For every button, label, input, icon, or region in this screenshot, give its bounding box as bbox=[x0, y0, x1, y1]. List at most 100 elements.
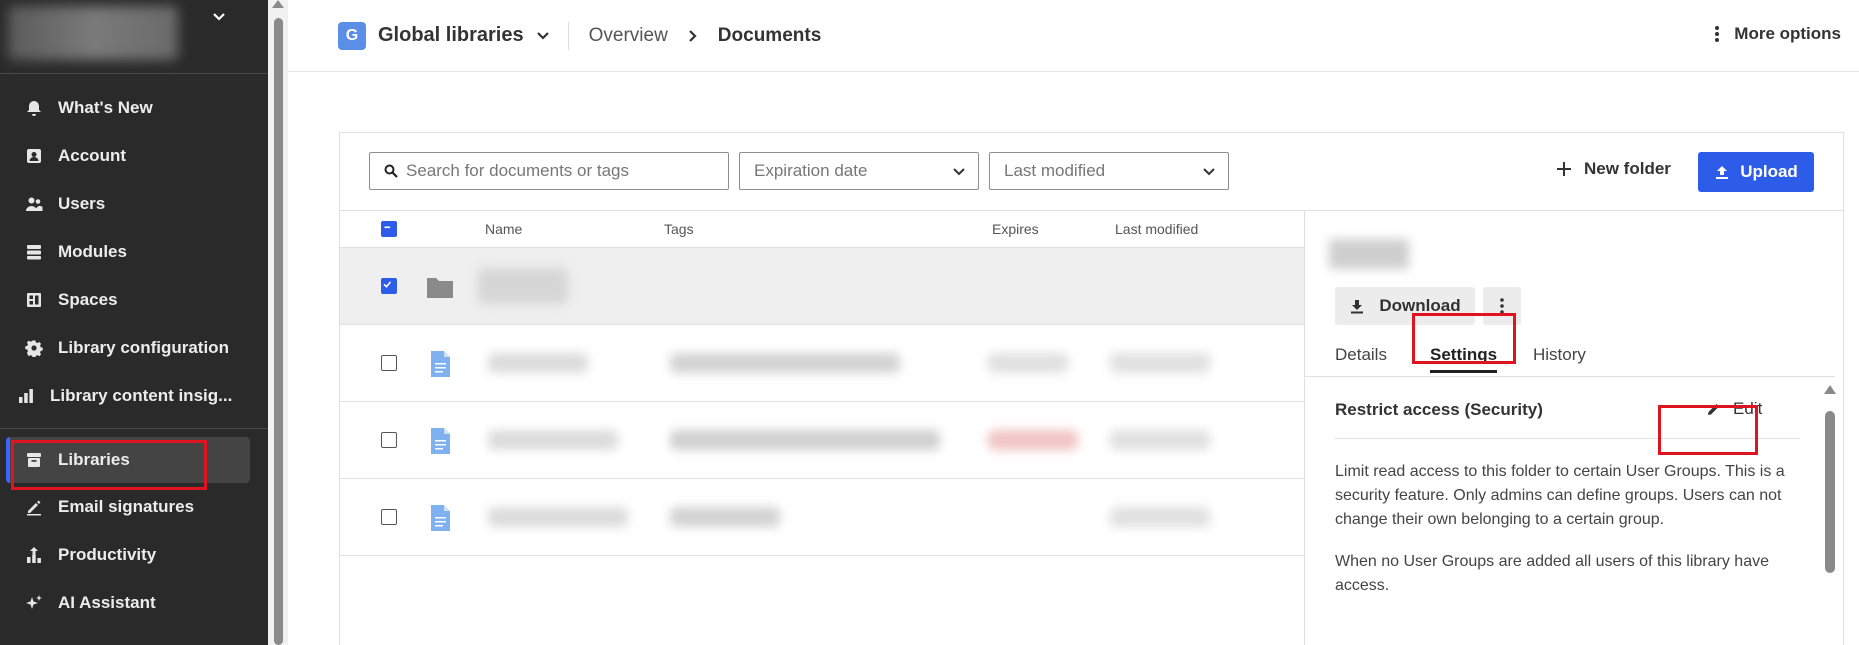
scrollbar-thumb[interactable] bbox=[1825, 411, 1835, 573]
column-last-modified[interactable]: Last modified bbox=[1115, 221, 1198, 237]
highlight-box-edit bbox=[1658, 405, 1758, 455]
blurred-expires bbox=[988, 430, 1078, 450]
document-icon bbox=[431, 505, 450, 531]
row-checkbox[interactable] bbox=[381, 432, 397, 448]
document-icon bbox=[431, 351, 450, 377]
blurred-item-title bbox=[1329, 239, 1409, 269]
panel-tabs: Details Settings History bbox=[1305, 335, 1835, 377]
blurred-document-name bbox=[488, 507, 628, 527]
sidebar-item-productivity[interactable]: Productivity bbox=[0, 531, 268, 579]
sidebar-item-users[interactable]: Users bbox=[0, 180, 268, 228]
table-header: Name Tags Expires Last modified bbox=[340, 211, 1304, 248]
last-modified-select[interactable]: Last modified bbox=[989, 152, 1229, 190]
upload-button[interactable]: Upload bbox=[1698, 152, 1814, 192]
expiration-date-label: Expiration date bbox=[754, 161, 868, 180]
modules-icon bbox=[24, 242, 44, 262]
search-box[interactable] bbox=[369, 152, 729, 190]
restrict-access-description: Limit read access to this folder to cert… bbox=[1335, 463, 1785, 528]
sidebar-item-spaces[interactable]: Spaces bbox=[0, 276, 268, 324]
highlight-box-settings bbox=[1412, 313, 1516, 364]
restrict-access-note: When no User Groups are added all users … bbox=[1335, 553, 1769, 594]
upload-icon bbox=[1716, 166, 1729, 179]
sidebar-item-label: Productivity bbox=[58, 545, 157, 564]
search-input[interactable] bbox=[406, 161, 706, 181]
sidebar-item-ai-assistant[interactable]: AI Assistant bbox=[0, 579, 268, 627]
minus-icon bbox=[384, 226, 391, 229]
table-row[interactable] bbox=[340, 479, 1304, 556]
kebab-icon bbox=[1715, 26, 1720, 42]
scroll-up-arrow-icon[interactable] bbox=[272, 0, 284, 8]
more-options-label: More options bbox=[1734, 24, 1841, 43]
sidebar-item-label: Spaces bbox=[58, 290, 118, 309]
gear-icon bbox=[24, 338, 44, 358]
new-folder-label: New folder bbox=[1584, 159, 1671, 178]
blurred-document-name bbox=[488, 353, 588, 373]
signature-icon bbox=[24, 497, 44, 517]
sidebar-item-email-signatures[interactable]: Email signatures bbox=[0, 483, 268, 531]
sidebar-item-label: Email signatures bbox=[58, 497, 195, 516]
sidebar-item-library-content-insights[interactable]: Library content insig... bbox=[0, 372, 268, 420]
table-row[interactable] bbox=[340, 402, 1304, 479]
row-checkbox[interactable] bbox=[381, 278, 397, 294]
chevron-down-icon[interactable] bbox=[536, 29, 550, 43]
breadcrumb-overview[interactable]: Overview bbox=[589, 25, 668, 47]
sidebar-item-label: Library configuration bbox=[58, 338, 229, 357]
blurred-expires bbox=[988, 353, 1068, 373]
sidebar-item-label: Account bbox=[58, 146, 126, 165]
bell-icon bbox=[24, 98, 44, 118]
sidebar-item-label: AI Assistant bbox=[58, 593, 156, 612]
documents-toolbar: Expiration date Last modified New folder… bbox=[340, 133, 1843, 211]
download-icon bbox=[1351, 300, 1364, 314]
sidebar-item-label: Modules bbox=[58, 242, 127, 261]
select-all-checkbox[interactable] bbox=[381, 221, 397, 237]
document-icon bbox=[431, 428, 450, 454]
scrollbar-thumb[interactable] bbox=[274, 18, 283, 645]
blurred-last-modified bbox=[1110, 507, 1210, 527]
sidebar-item-label: Users bbox=[58, 194, 106, 213]
breadcrumb-documents: Documents bbox=[717, 24, 822, 46]
more-options-button[interactable]: More options bbox=[1708, 24, 1841, 44]
sidebar-item-library-configuration[interactable]: Library configuration bbox=[0, 324, 268, 372]
account-switcher[interactable] bbox=[0, 0, 268, 74]
column-name[interactable]: Name bbox=[485, 221, 522, 237]
library-selector[interactable]: Global libraries bbox=[378, 24, 524, 47]
scroll-up-arrow-icon[interactable] bbox=[1824, 385, 1836, 394]
highlight-box-libraries bbox=[11, 440, 207, 490]
panel-scrollbar[interactable] bbox=[1824, 385, 1836, 645]
users-icon bbox=[24, 194, 44, 214]
blurred-document-name bbox=[488, 430, 618, 450]
sidebar-nav-top: What's New Account Users Modules Spaces … bbox=[0, 84, 268, 420]
sidebar-item-modules[interactable]: Modules bbox=[0, 228, 268, 276]
sidebar-item-whats-new[interactable]: What's New bbox=[0, 84, 268, 132]
column-tags[interactable]: Tags bbox=[664, 221, 694, 237]
chevron-down-icon[interactable] bbox=[212, 10, 226, 24]
sidebar-scrollbar[interactable] bbox=[268, 0, 288, 645]
new-folder-button[interactable]: New folder bbox=[1556, 159, 1671, 179]
library-badge: G bbox=[338, 21, 366, 50]
blurred-tags bbox=[670, 507, 780, 527]
tab-history[interactable]: History bbox=[1533, 345, 1586, 365]
table-row[interactable] bbox=[340, 325, 1304, 402]
sidebar: What's New Account Users Modules Spaces … bbox=[0, 0, 268, 645]
row-checkbox[interactable] bbox=[381, 509, 397, 525]
account-icon bbox=[24, 146, 44, 166]
sparkle-icon bbox=[24, 593, 44, 613]
sidebar-item-label: Library content insig... bbox=[50, 386, 233, 405]
chevron-down-icon bbox=[953, 168, 965, 176]
tab-details[interactable]: Details bbox=[1335, 345, 1387, 365]
details-panel: Download Details Settings History Restri… bbox=[1304, 211, 1845, 645]
blurred-last-modified bbox=[1110, 353, 1210, 373]
sidebar-item-account[interactable]: Account bbox=[0, 132, 268, 180]
expiration-date-select[interactable]: Expiration date bbox=[739, 152, 979, 190]
chevron-right-icon bbox=[689, 29, 697, 42]
restrict-access-title: Restrict access (Security) bbox=[1335, 400, 1543, 419]
row-checkbox[interactable] bbox=[381, 355, 397, 371]
productivity-icon bbox=[24, 545, 44, 565]
blurred-tags bbox=[670, 353, 900, 373]
documents-card: Expiration date Last modified New folder… bbox=[339, 132, 1844, 645]
column-expires[interactable]: Expires bbox=[992, 221, 1039, 237]
blurred-tags bbox=[670, 430, 940, 450]
documents-table: Name Tags Expires Last modified bbox=[340, 211, 1304, 556]
blurred-last-modified bbox=[1110, 430, 1210, 450]
table-row[interactable] bbox=[340, 248, 1304, 325]
